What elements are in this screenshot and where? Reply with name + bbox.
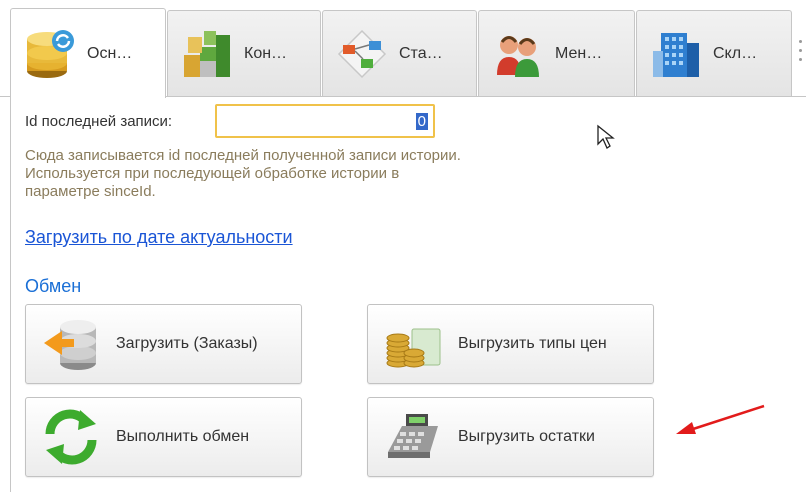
tab-main-label: Осн…	[87, 44, 133, 62]
upload-stock-button[interactable]: Выгрузить остатки	[367, 397, 654, 477]
mouse-cursor-icon	[597, 124, 615, 149]
users-icon	[497, 35, 539, 77]
tab-warehouses[interactable]: Скл…	[636, 10, 792, 96]
hint-line: Используется при последующей обработке и…	[25, 165, 400, 182]
tab-statuses[interactable]: Ста…	[322, 10, 477, 96]
upload-stock-label: Выгрузить остатки	[458, 428, 595, 445]
tab-statuses-label: Ста…	[399, 44, 443, 62]
last-id-hint: Сюда записывается id последней полученно…	[25, 147, 605, 201]
last-id-input[interactable]: 0	[215, 104, 435, 138]
tab-main[interactable]: Осн…	[10, 8, 166, 98]
annotation-arrow-icon	[676, 404, 765, 434]
exchange-group-title: Обмен	[25, 276, 82, 296]
more-tabs-icon[interactable]	[794, 20, 806, 80]
sync-arrows-icon	[45, 409, 97, 465]
colored-cubes-icon	[184, 30, 230, 77]
tab-managers[interactable]: Мен…	[478, 10, 635, 96]
load-by-date-link[interactable]: Загрузить по дате актуальности	[25, 227, 293, 248]
cash-register-icon	[388, 414, 438, 458]
flowchart-icon	[337, 29, 387, 78]
hint-line: Сюда записывается id последней полученно…	[25, 147, 461, 164]
tab-warehouses-label: Скл…	[713, 44, 758, 62]
hint-line: параметре sinceId.	[25, 183, 156, 200]
upload-price-types-button[interactable]: Выгрузить типы цен	[367, 304, 654, 384]
coins-money-icon	[386, 328, 441, 368]
tab-contractors[interactable]: Кон…	[167, 10, 321, 96]
load-orders-label: Загрузить (Заказы)	[116, 335, 258, 352]
last-id-value: 0	[415, 113, 428, 130]
database-icon	[27, 29, 74, 78]
tab-bar: Осн… Кон… Ста… Мен… Скл…	[0, 0, 806, 98]
tab-contractors-label: Кон…	[244, 44, 288, 62]
last-id-label: Id последней записи:	[25, 113, 173, 130]
panel-border	[10, 96, 11, 492]
run-exchange-button[interactable]: Выполнить обмен	[25, 397, 302, 477]
load-orders-button[interactable]: Загрузить (Заказы)	[25, 304, 302, 384]
upload-price-types-label: Выгрузить типы цен	[458, 335, 607, 352]
warehouse-building-icon	[653, 32, 699, 77]
run-exchange-label: Выполнить обмен	[116, 428, 250, 445]
database-import-icon	[44, 320, 96, 370]
tab-managers-label: Мен…	[555, 44, 603, 62]
